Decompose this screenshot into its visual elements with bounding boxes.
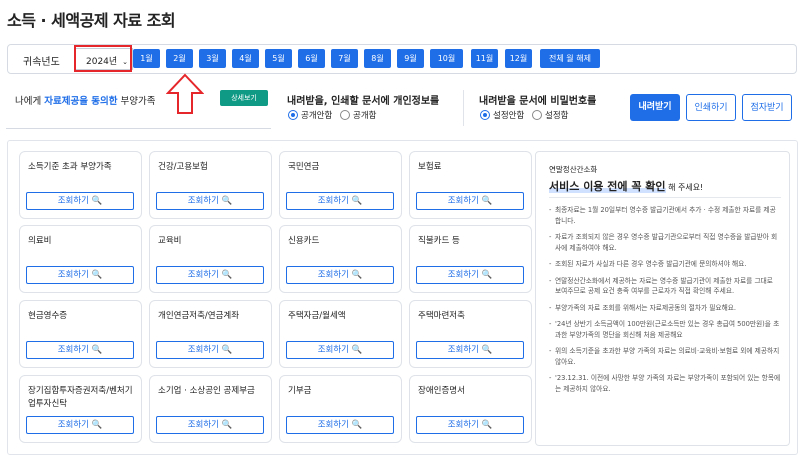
- lookup-button[interactable]: 조회하기 🔍: [156, 341, 264, 359]
- notice-subtitle: 연말정산간소화: [549, 165, 598, 174]
- card-label: 직불카드 등: [418, 236, 460, 246]
- print-button[interactable]: 인쇄하기: [686, 94, 736, 121]
- consent-highlight: 자료제공을 동의한: [44, 96, 118, 107]
- lookup-button[interactable]: 조회하기 🔍: [156, 192, 264, 210]
- notice-item: 최종자료는 1월 20일부터 영수증 발급기관에서 추가 · 수정 제출한 자료…: [549, 205, 781, 226]
- lookup-button[interactable]: 조회하기 🔍: [286, 341, 394, 359]
- lookup-button[interactable]: 조회하기 🔍: [286, 266, 394, 284]
- notice-item: 부양가족의 자료 조회를 위해서는 자료제공동의 절차가 필요해요.: [549, 303, 781, 314]
- lookup-card: 기부금조회하기 🔍: [279, 375, 402, 443]
- month-button[interactable]: 8월: [364, 49, 391, 68]
- card-label: 기부금: [288, 386, 312, 396]
- lookup-card: 직불카드 등조회하기 🔍: [409, 225, 532, 293]
- lookup-button[interactable]: 조회하기 🔍: [156, 416, 264, 434]
- month-button[interactable]: 9월: [397, 49, 424, 68]
- notice-item: 자료가 조회되지 않은 경우 영수증 발급기관으로부터 직접 영수증을 발급받아…: [549, 232, 781, 253]
- lookup-card: 소득기준 초과 부양가족조회하기 🔍: [19, 151, 142, 219]
- month-button[interactable]: 6월: [298, 49, 325, 68]
- divider: [549, 197, 781, 198]
- year-select-highlight: [74, 45, 132, 72]
- month-button[interactable]: 10월: [430, 49, 463, 68]
- lookup-button[interactable]: 조회하기 🔍: [286, 416, 394, 434]
- month-button[interactable]: 12월: [505, 49, 532, 68]
- notice-heading: 서비스 이용 전에 꼭 확인 해 주세요!: [549, 180, 704, 193]
- lookup-card: 국민연금조회하기 🔍: [279, 151, 402, 219]
- divider: [6, 128, 271, 129]
- card-label: 주택자금/월세액: [288, 311, 346, 321]
- lookup-card: 보험료조회하기 🔍: [409, 151, 532, 219]
- radio-icon: [532, 110, 542, 120]
- privacy-show-radio[interactable]: 공개함: [340, 109, 376, 121]
- privacy-option-title: 내려받을, 인쇄할 문서에 개인정보를: [287, 96, 440, 107]
- divider: [463, 90, 464, 126]
- radio-icon: [340, 110, 350, 120]
- card-label: 소기업 · 소상공인 공제부금: [158, 386, 255, 396]
- month-button[interactable]: 2월: [166, 49, 193, 68]
- notice-item: 연말정산간소화에서 제공하는 자료는 영수증 발급기관이 제출한 자료를 그대로…: [549, 276, 781, 297]
- lookup-card: 소기업 · 소상공인 공제부금조회하기 🔍: [149, 375, 272, 443]
- card-label: 장기집합투자증권저축/벤처기업투자신탁: [28, 386, 133, 409]
- card-label: 개인연금저축/연금계좌: [158, 311, 240, 321]
- month-button[interactable]: 3월: [199, 49, 226, 68]
- lookup-button[interactable]: 조회하기 🔍: [416, 341, 524, 359]
- card-label: 장애인증명서: [418, 386, 465, 396]
- lookup-card: 주택마련저축조회하기 🔍: [409, 300, 532, 368]
- notice-item: 위의 소득기준을 초과한 부양 가족의 자료는 의료비·교육비·보험료 외에 제…: [549, 346, 781, 367]
- password-none-radio[interactable]: 설정안함: [480, 109, 524, 121]
- password-option-title: 내려받을 문서에 비밀번호를: [479, 96, 597, 107]
- radio-selected-icon: [480, 110, 490, 120]
- lookup-card: 현금영수증조회하기 🔍: [19, 300, 142, 368]
- card-label: 주택마련저축: [418, 311, 465, 321]
- month-button[interactable]: 4월: [232, 49, 259, 68]
- notice-item: '23.12.31. 이전에 사망한 부양 가족의 자료는 부양가족이 포함되어…: [549, 373, 781, 394]
- card-label: 교육비: [158, 236, 182, 246]
- lookup-button[interactable]: 조회하기 🔍: [286, 192, 394, 210]
- radio-selected-icon: [288, 110, 298, 120]
- notice-list: 최종자료는 1월 20일부터 영수증 발급기관에서 추가 · 수정 제출한 자료…: [549, 205, 781, 400]
- lookup-card: 교육비조회하기 🔍: [149, 225, 272, 293]
- card-label: 국민연금: [288, 162, 320, 172]
- card-label: 신용카드: [288, 236, 320, 246]
- page-title: 소득 · 세액공제 자료 조회: [7, 11, 176, 30]
- month-button[interactable]: 5월: [265, 49, 292, 68]
- card-label: 보험료: [418, 162, 442, 172]
- clear-months-button[interactable]: 전체 월 해제: [540, 49, 600, 68]
- notice-item: 조회된 자료가 사실과 다른 경우 영수증 발급기관에 문의하셔야 해요.: [549, 259, 781, 270]
- lookup-button[interactable]: 조회하기 🔍: [26, 192, 134, 210]
- password-set-radio[interactable]: 설정함: [532, 109, 568, 121]
- card-label: 소득기준 초과 부양가족: [28, 162, 112, 172]
- lookup-button[interactable]: 조회하기 🔍: [156, 266, 264, 284]
- notice-item: '24년 상반기 소득금액이 100만원(근로소득만 있는 경우 총급여 500…: [549, 319, 781, 340]
- lookup-button[interactable]: 조회하기 🔍: [26, 416, 134, 434]
- card-label: 건강/고용보험: [158, 162, 208, 172]
- lookup-card: 신용카드조회하기 🔍: [279, 225, 402, 293]
- lookup-button[interactable]: 조회하기 🔍: [416, 192, 524, 210]
- lookup-card: 개인연금저축/연금계좌조회하기 🔍: [149, 300, 272, 368]
- year-label: 귀속년도: [23, 57, 60, 68]
- lookup-button[interactable]: 조회하기 🔍: [416, 266, 524, 284]
- lookup-card: 장애인증명서조회하기 🔍: [409, 375, 532, 443]
- lookup-card: 장기집합투자증권저축/벤처기업투자신탁조회하기 🔍: [19, 375, 142, 443]
- month-button[interactable]: 1월: [133, 49, 160, 68]
- lookup-card: 건강/고용보험조회하기 🔍: [149, 151, 272, 219]
- month-button[interactable]: 7월: [331, 49, 358, 68]
- lookup-button[interactable]: 조회하기 🔍: [416, 416, 524, 434]
- privacy-hide-radio[interactable]: 공개안함: [288, 109, 332, 121]
- card-label: 의료비: [28, 236, 52, 246]
- consent-family-text: 나에게 자료제공을 동의한 부양가족: [15, 96, 156, 107]
- month-button[interactable]: 11월: [471, 49, 498, 68]
- download-button[interactable]: 내려받기: [630, 94, 680, 121]
- detail-button[interactable]: 상세보기: [220, 90, 268, 106]
- lookup-card: 의료비조회하기 🔍: [19, 225, 142, 293]
- view-button[interactable]: 점자받기: [742, 94, 792, 121]
- lookup-button[interactable]: 조회하기 🔍: [26, 341, 134, 359]
- lookup-card: 주택자금/월세액조회하기 🔍: [279, 300, 402, 368]
- notice-box: 연말정산간소화 서비스 이용 전에 꼭 확인 해 주세요! 최종자료는 1월 2…: [535, 151, 790, 446]
- lookup-button[interactable]: 조회하기 🔍: [26, 266, 134, 284]
- card-label: 현금영수증: [28, 311, 68, 321]
